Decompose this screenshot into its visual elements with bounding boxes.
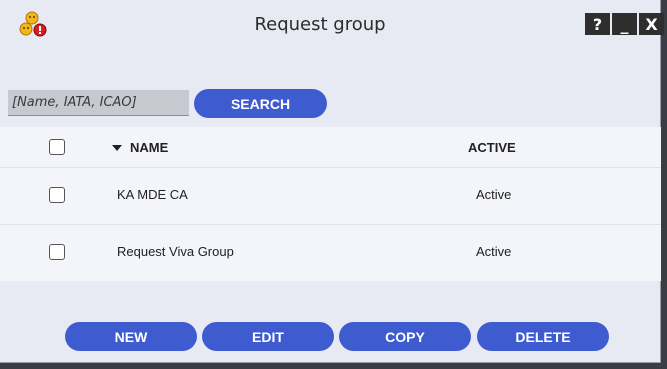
column-header-name-label: NAME [130, 140, 169, 155]
column-header-active[interactable]: ACTIVE [468, 140, 516, 155]
window-controls: ? _ X [583, 13, 664, 35]
row-name: KA MDE CA [117, 187, 188, 202]
select-all-checkbox[interactable] [49, 139, 65, 155]
title-bar: Request group ? _ X [0, 0, 664, 50]
close-icon: X [645, 14, 658, 34]
row-checkbox[interactable] [49, 244, 65, 260]
table-row[interactable]: Request Viva Group Active [0, 224, 661, 281]
request-group-window: Request group ? _ X SEARCH NAME ACTIVE [0, 0, 664, 363]
sort-descending-icon [112, 144, 122, 151]
close-button[interactable]: X [639, 13, 664, 35]
row-active-status: Active [476, 244, 512, 259]
new-button[interactable]: NEW [65, 322, 197, 351]
column-header-name[interactable]: NAME [112, 140, 168, 155]
row-name: Request Viva Group [117, 244, 234, 259]
window-title: Request group [254, 14, 386, 35]
request-group-table: NAME ACTIVE KA MDE CA Active Request Viv… [0, 127, 661, 281]
help-icon: ? [592, 14, 603, 34]
search-input[interactable] [8, 90, 189, 116]
delete-button[interactable]: DELETE [477, 322, 609, 351]
search-button[interactable]: SEARCH [194, 89, 327, 118]
row-checkbox[interactable] [49, 187, 65, 203]
edit-button[interactable]: EDIT [202, 322, 334, 351]
table-row[interactable]: KA MDE CA Active [0, 167, 661, 224]
minimize-icon: _ [620, 14, 629, 34]
help-button[interactable]: ? [585, 13, 610, 35]
minimize-button[interactable]: _ [612, 13, 637, 35]
copy-button[interactable]: COPY [339, 322, 471, 351]
row-active-status: Active [476, 187, 512, 202]
table-header: NAME ACTIVE [0, 127, 661, 167]
